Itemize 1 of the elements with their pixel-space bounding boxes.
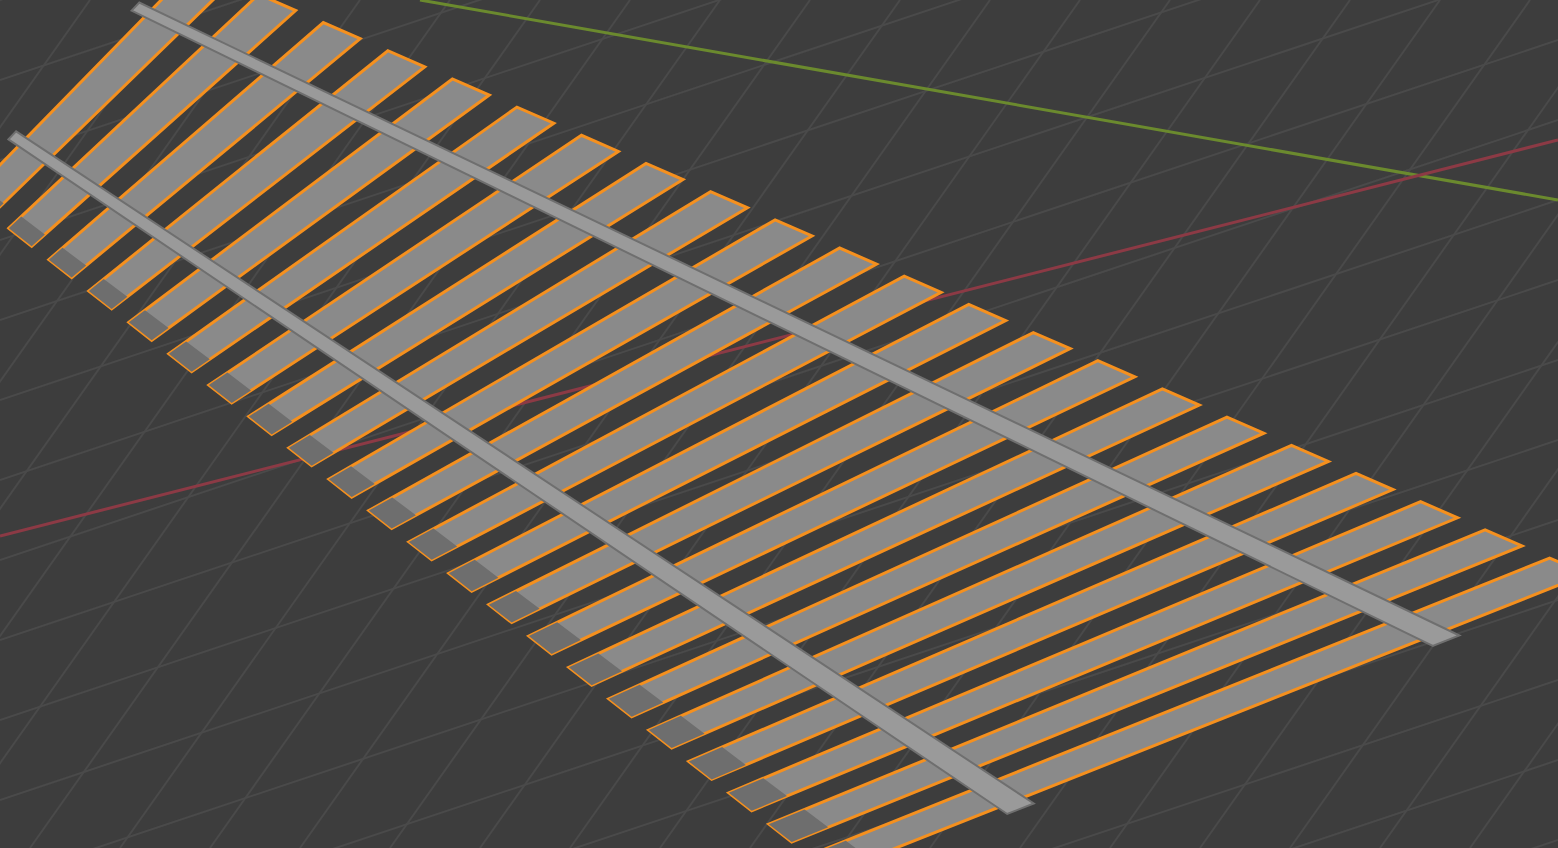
railway-track-drawing[interactable] [0, 0, 1558, 848]
